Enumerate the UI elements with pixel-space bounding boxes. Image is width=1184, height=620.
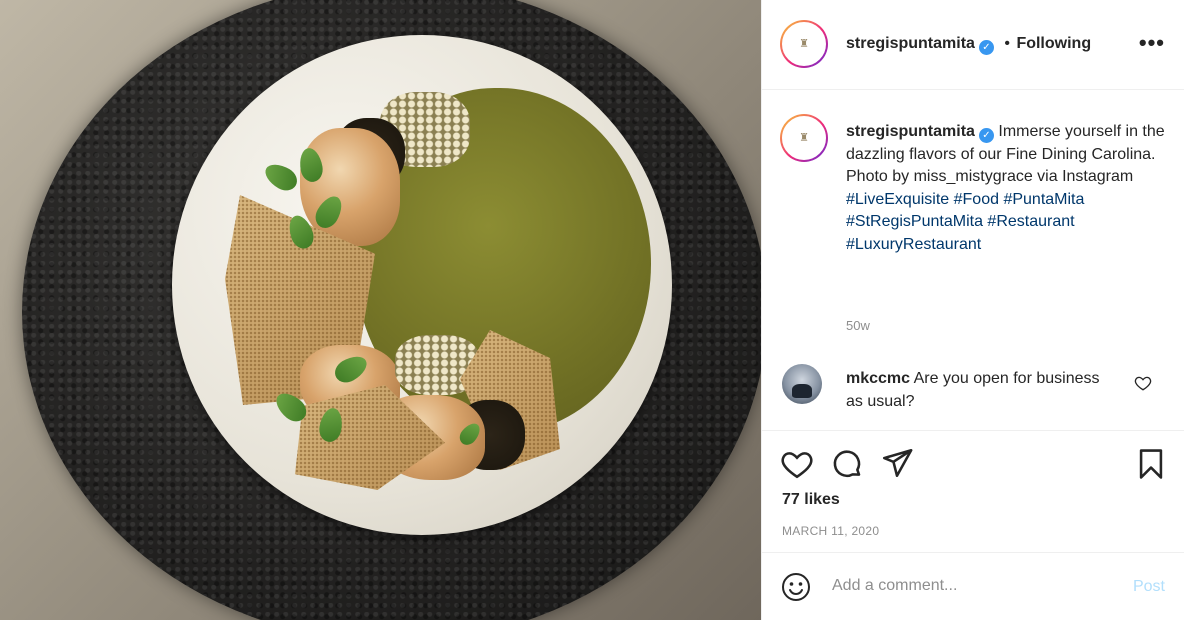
post-comment-button[interactable]: Post (1133, 578, 1165, 596)
caption-credit: Photo by miss_mistygrace via Instagram (846, 168, 1134, 185)
comment-item: mkccmc Are you open for business as usua… (846, 368, 1116, 413)
caption-avatar[interactable]: ♜ (780, 114, 828, 162)
commenter-avatar[interactable] (782, 364, 822, 404)
caption-username[interactable]: stregispuntamita (846, 123, 975, 140)
hashtag-link[interactable]: #LuxuryRestaurant (846, 236, 981, 253)
caption-time-ago[interactable]: 50w (846, 318, 870, 333)
comment-bubble-icon[interactable] (830, 447, 864, 481)
account-avatar[interactable]: ♜ (780, 20, 828, 68)
hotel-logo-icon: ♜ (799, 131, 809, 144)
hashtag-link[interactable]: #StRegisPuntaMita (846, 213, 983, 230)
post-caption: stregispuntamita ✓ Immerse yourself in th… (846, 121, 1166, 256)
post-header: ♜ stregispuntamita ✓ • Following ••• (762, 0, 1184, 90)
likes-count[interactable]: 77 likes (782, 491, 840, 509)
paper-plane-icon[interactable] (880, 446, 914, 480)
verified-badge-icon: ✓ (978, 128, 994, 143)
post-photo[interactable] (0, 0, 761, 620)
hashtag-link[interactable]: #Restaurant (987, 213, 1074, 230)
following-button[interactable]: Following (1016, 35, 1091, 52)
hashtag-link[interactable]: #LiveExquisite (846, 191, 949, 208)
bookmark-icon[interactable] (1134, 447, 1168, 481)
add-comment-bar: Post (762, 552, 1184, 620)
post-date[interactable]: MARCH 11, 2020 (782, 524, 879, 538)
commenter-username[interactable]: mkccmc (846, 370, 910, 387)
heart-icon[interactable] (780, 447, 814, 481)
emoji-icon[interactable] (780, 571, 812, 603)
hashtag-link[interactable]: #PuntaMita (1003, 191, 1084, 208)
more-options-icon[interactable]: ••• (1139, 30, 1165, 56)
post-actions: 77 likes MARCH 11, 2020 (762, 430, 1184, 550)
separator-dot: • (1004, 35, 1010, 52)
hotel-logo-icon: ♜ (799, 37, 809, 50)
caption-hashtags: #LiveExquisite #Food #PuntaMita #StRegis… (846, 191, 1084, 253)
account-username[interactable]: stregispuntamita (846, 35, 975, 52)
post-side-panel: ♜ stregispuntamita ✓ • Following ••• ♜ st… (761, 0, 1184, 620)
header-account-line: stregispuntamita ✓ • Following (846, 35, 1091, 55)
hashtag-link[interactable]: #Food (954, 191, 999, 208)
verified-badge-icon: ✓ (978, 40, 994, 55)
add-comment-input[interactable] (832, 577, 1092, 595)
comment-like-heart-icon[interactable] (1134, 374, 1152, 392)
